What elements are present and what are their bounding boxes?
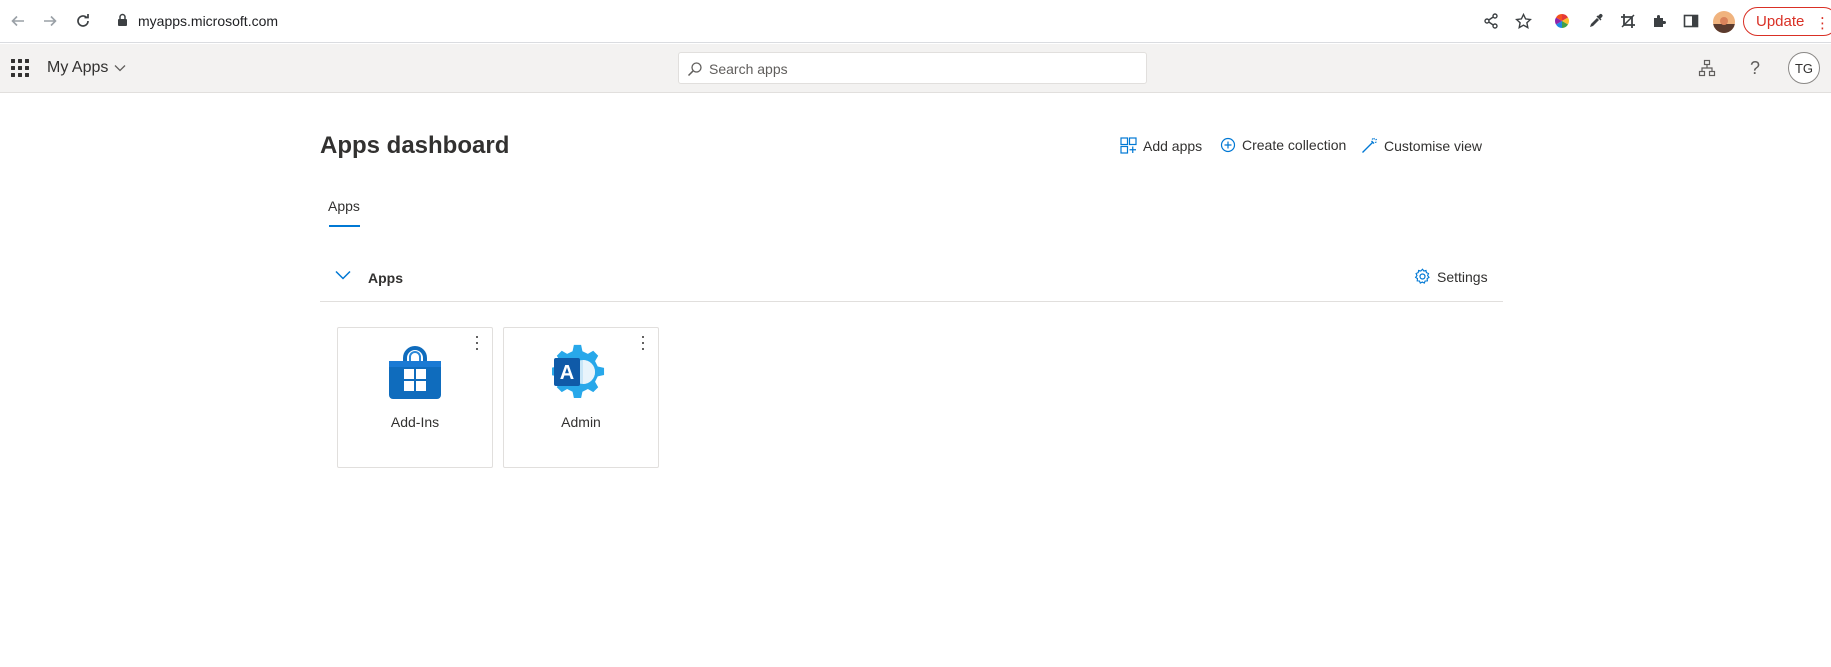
profile-avatar-icon[interactable] <box>1712 10 1736 34</box>
add-apps-button[interactable]: Add apps <box>1120 137 1202 154</box>
store-bag-icon <box>386 344 444 402</box>
app-tile-admin[interactable]: A Admin <box>503 327 659 468</box>
section-title: Apps <box>368 270 403 286</box>
eyedropper-icon[interactable] <box>1586 11 1606 31</box>
add-apps-icon <box>1120 137 1137 154</box>
user-avatar[interactable]: TG <box>1788 52 1820 84</box>
svg-text:A: A <box>560 362 574 384</box>
settings-label: Settings <box>1437 268 1488 285</box>
admin-gear-icon: A <box>550 344 610 402</box>
more-vertical-icon: ⋮ <box>1815 15 1830 32</box>
help-icon[interactable]: ? <box>1744 57 1766 79</box>
tab-apps[interactable]: Apps <box>328 198 360 214</box>
customise-view-label: Customise view <box>1384 137 1483 154</box>
add-apps-label: Add apps <box>1143 137 1203 154</box>
customise-view-button[interactable]: Customise view <box>1361 137 1482 154</box>
avatar-initials: TG <box>1794 60 1814 76</box>
app-tile-add-ins[interactable]: Add-Ins <box>337 327 493 468</box>
search-box[interactable] <box>678 52 1147 84</box>
lock-icon <box>117 13 128 32</box>
settings-button[interactable]: Settings <box>1414 268 1488 285</box>
add-circle-icon <box>1220 137 1236 153</box>
create-collection-label: Create collection <box>1242 137 1347 153</box>
gear-icon <box>1414 268 1430 284</box>
app-header: My Apps ? TG <box>0 44 1831 93</box>
app-title: My Apps <box>47 59 109 76</box>
update-label: Update <box>1756 13 1805 30</box>
address-bar[interactable]: myapps.microsoft.com <box>106 5 1536 37</box>
active-tab-indicator <box>329 225 360 227</box>
app-title-menu[interactable]: My Apps <box>47 59 126 77</box>
side-panel-icon[interactable] <box>1681 11 1701 31</box>
more-options-icon[interactable] <box>636 334 650 352</box>
magic-wand-icon <box>1362 137 1378 153</box>
page-title: Apps dashboard <box>320 132 510 159</box>
reload-icon[interactable] <box>71 9 95 33</box>
collapse-chevron-icon[interactable] <box>334 268 352 286</box>
app-launcher-icon[interactable] <box>11 59 29 77</box>
url-text: myapps.microsoft.com <box>138 13 279 29</box>
back-icon[interactable] <box>6 9 30 33</box>
more-options-icon[interactable] <box>470 334 484 352</box>
app-tile-label: Add-Ins <box>390 414 440 430</box>
extensions-puzzle-icon[interactable] <box>1649 11 1669 31</box>
crop-icon[interactable] <box>1618 11 1638 31</box>
app-tile-label: Admin <box>561 414 601 430</box>
update-button[interactable]: Update ⋮ <box>1743 7 1831 36</box>
share-icon[interactable] <box>1481 11 1501 31</box>
org-chart-icon[interactable] <box>1696 57 1718 79</box>
color-wheel-extension-icon[interactable] <box>1552 11 1572 31</box>
bookmark-star-icon[interactable] <box>1513 11 1533 31</box>
browser-toolbar: myapps.microsoft.com Update ⋮ <box>0 0 1831 43</box>
create-collection-button[interactable]: Create collection <box>1220 137 1346 153</box>
search-input[interactable] <box>709 59 1129 79</box>
section-divider <box>320 301 1503 302</box>
search-icon <box>687 61 703 82</box>
forward-icon[interactable] <box>38 9 62 33</box>
chevron-down-icon <box>114 65 126 72</box>
